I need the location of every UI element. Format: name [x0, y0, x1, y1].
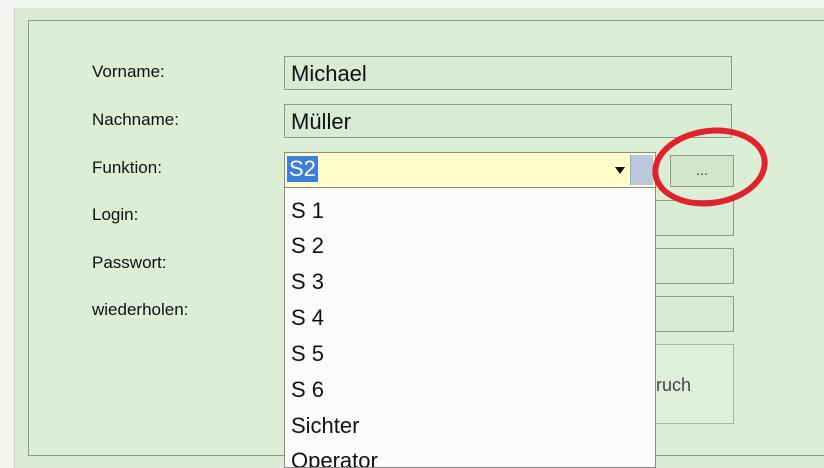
vorname-value: Michael	[291, 61, 367, 86]
dropdown-option-operator[interactable]: Operator	[291, 448, 378, 467]
dropdown-option-s2[interactable]: S 2	[291, 233, 324, 259]
dropdown-option-s4[interactable]: S 4	[291, 305, 324, 331]
passwort-field[interactable]	[656, 248, 734, 284]
vorname-label: Vorname:	[92, 62, 165, 81]
passwort-label: Passwort:	[92, 253, 167, 272]
dropdown-option-s3[interactable]: S 3	[291, 269, 324, 295]
wiederholen-label: wiederholen:	[92, 300, 189, 319]
funktion-dropdown-list[interactable]: S 1 S 2 S 3 S 4 S 5 S 6 Sichter Operator	[284, 188, 656, 468]
nachname-label: Nachname:	[92, 110, 179, 129]
login-label: Login:	[92, 205, 139, 224]
funktion-selected-value: S2	[287, 156, 318, 182]
nachname-value: Müller	[291, 109, 351, 134]
chevron-down-icon	[615, 167, 625, 174]
passwort-wiederholen-field[interactable]	[656, 296, 734, 332]
funktion-label: Funktion:	[92, 158, 162, 177]
submit-button[interactable]: ruch	[656, 344, 734, 424]
funktion-combobox[interactable]: S2	[284, 152, 656, 188]
dropdown-option-s1[interactable]: S 1	[291, 198, 324, 224]
dropdown-option-s6[interactable]: S 6	[291, 377, 324, 403]
vorname-field[interactable]: Michael	[284, 56, 732, 90]
dropdown-option-sichter[interactable]: Sichter	[291, 413, 359, 439]
dropdown-option-s5[interactable]: S 5	[291, 341, 324, 367]
dropdown-arrow-button[interactable]	[615, 155, 653, 185]
submit-button-label: ruch	[656, 375, 692, 395]
nachname-field[interactable]: Müller	[284, 104, 732, 138]
